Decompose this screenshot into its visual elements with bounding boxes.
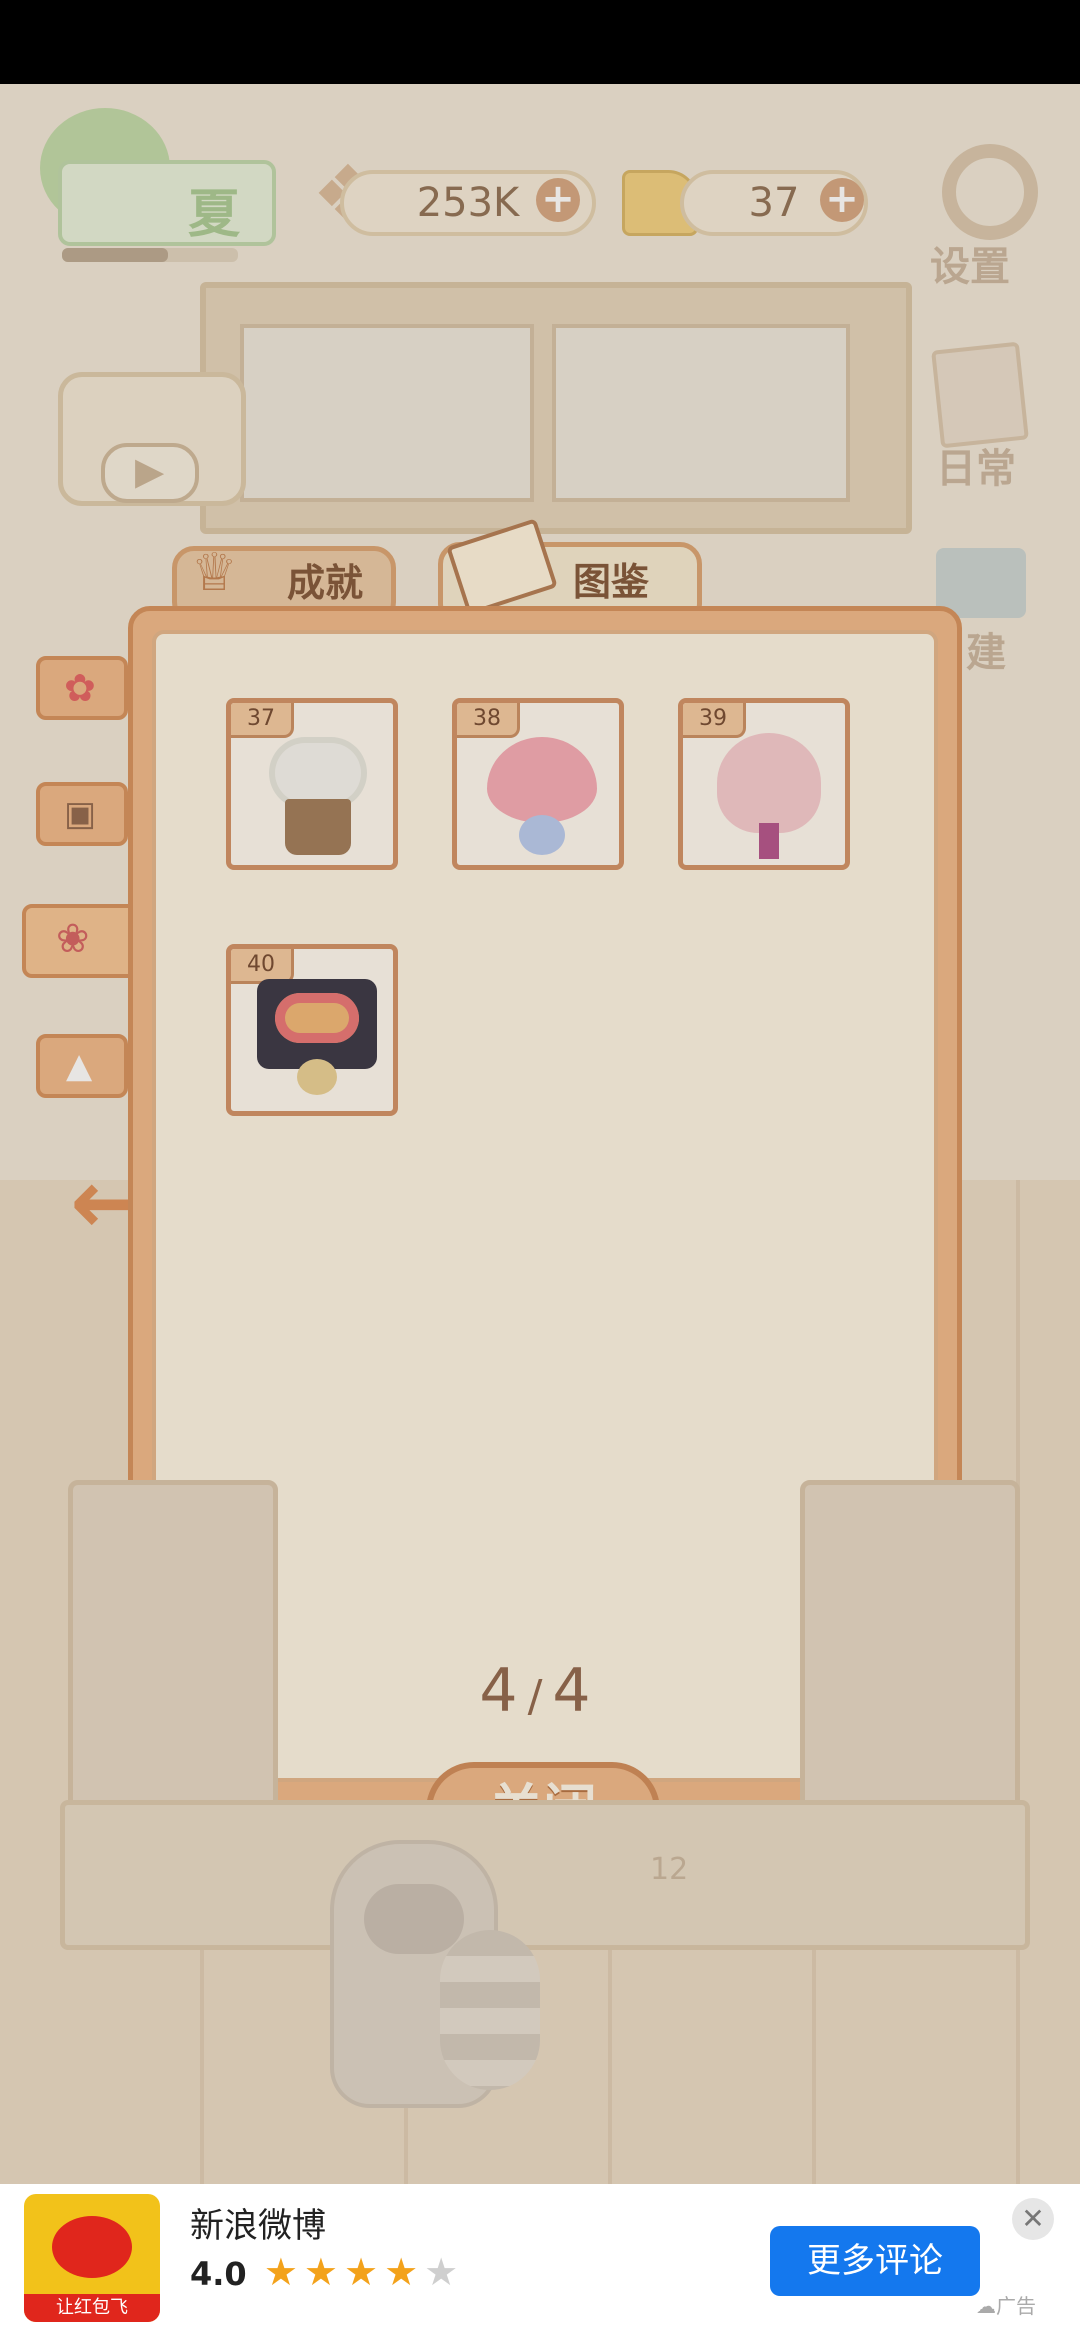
card-number: 39 [683, 703, 746, 738]
add-cheese-button[interactable]: + [820, 178, 864, 222]
collection-card[interactable]: 39 [678, 698, 850, 870]
star-empty-icon: ★ [424, 2250, 459, 2294]
category-tab-photo[interactable]: ▣ [36, 782, 128, 846]
mixed-flowers-icon [275, 993, 359, 1043]
raccoon-tail-icon [440, 1930, 540, 2090]
white-flowers-icon [275, 743, 361, 803]
season-label: 夏 [188, 185, 241, 245]
pink-bouquet-icon [717, 733, 821, 833]
card-number: 38 [457, 703, 520, 738]
gear-icon [942, 144, 1038, 240]
add-fish-button[interactable]: + [536, 178, 580, 222]
collection-card[interactable]: 38 [452, 698, 624, 870]
counter-number: 12 [650, 1852, 689, 1887]
star-filled-icon: ★ [384, 2250, 419, 2294]
video-reward-button[interactable]: ▶ [58, 372, 246, 506]
heart-bouquet-icon [487, 737, 597, 823]
counter-right [800, 1480, 1020, 1850]
star-filled-icon: ★ [343, 2250, 379, 2294]
counter-left [68, 1480, 278, 1850]
page-separator: / [527, 1671, 553, 1722]
gold-ribbon-icon [297, 1059, 337, 1095]
settings-button[interactable]: 设置 [930, 144, 1050, 290]
ad-close-button[interactable]: ✕ [1012, 2198, 1054, 2240]
notebook-icon [931, 341, 1029, 449]
play-icon: ▶ [101, 443, 199, 503]
daily-label: 日常 [936, 446, 1016, 492]
cabinet-glass-right [552, 324, 850, 502]
cheese-count: 37 [748, 180, 800, 226]
ad-icon-caption: 让红包飞 [24, 2294, 160, 2322]
status-bar [0, 0, 1080, 84]
page-current: 4 [479, 1656, 528, 1726]
star-filled-icon: ★ [303, 2250, 338, 2294]
trophy-icon: ♕ [191, 543, 238, 603]
ad-label: ☁广告 [976, 2294, 1036, 2318]
page-indicator: 4/4 [440, 1656, 640, 1726]
weibo-app-icon[interactable]: 让红包飞 [24, 2194, 160, 2322]
page-total: 4 [552, 1656, 601, 1726]
basket-icon [285, 799, 351, 855]
blue-ribbon-icon [519, 815, 565, 855]
settings-label: 设置 [930, 244, 1010, 290]
pink-ribbon-icon [759, 823, 779, 859]
card-number: 37 [231, 703, 294, 738]
display-cabinet [200, 282, 912, 534]
season-badge[interactable]: 夏 [58, 160, 276, 246]
ad-rating: 4.0 ★ ★ ★ ★ ★ [190, 2250, 458, 2294]
level-progress-bar [62, 248, 238, 262]
more-reviews-button[interactable]: 更多评论 [770, 2226, 980, 2296]
level-progress-fill [62, 248, 168, 262]
daily-button[interactable]: 日常 [916, 341, 1046, 492]
flower-counter [60, 1800, 1030, 1950]
weibo-logo-icon [52, 2216, 132, 2278]
category-tab-cat[interactable]: ▲ [36, 1034, 128, 1098]
collection-card[interactable]: 37 [226, 698, 398, 870]
fish-count: 253K [416, 180, 520, 226]
cabinet-glass-left [240, 324, 534, 502]
ad-title[interactable]: 新浪微博 [190, 2198, 326, 2247]
build-label: 建 [966, 630, 1006, 676]
star-filled-icon: ★ [263, 2250, 298, 2294]
ad-rating-value: 4.0 [190, 2255, 247, 2293]
collection-card[interactable]: 40 [226, 944, 398, 1116]
rating-stars: ★ ★ ★ ★ ★ [258, 2250, 458, 2294]
raccoon-face-icon [364, 1884, 464, 1954]
category-tab-flower[interactable]: ✿ [36, 656, 128, 720]
